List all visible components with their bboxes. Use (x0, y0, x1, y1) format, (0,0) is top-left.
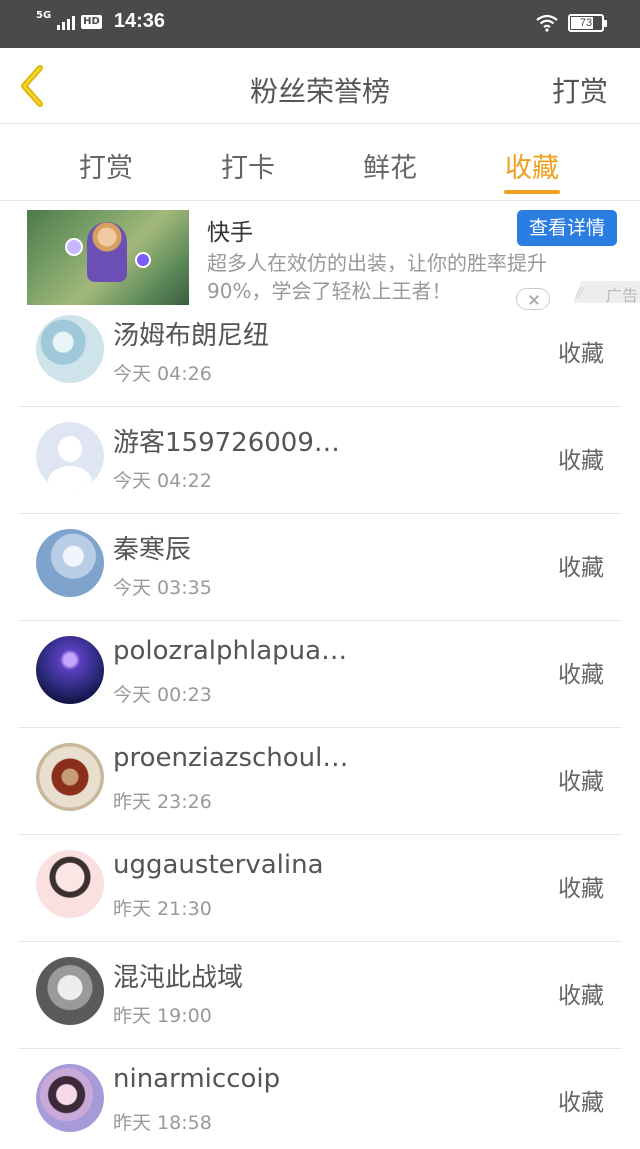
active-tab-indicator (504, 190, 560, 194)
status-right: 73 (536, 14, 607, 32)
user-name: uggaustervalina (113, 850, 324, 880)
action-label: 收藏 (558, 876, 604, 902)
action-label: 收藏 (558, 341, 604, 367)
user-name: ninarmiccoip (113, 1064, 281, 1094)
avatar[interactable] (36, 636, 104, 704)
page-title: 粉丝荣誉榜 (249, 75, 390, 108)
signal-icon (57, 14, 76, 30)
tab-checkin[interactable]: 打卡 (198, 146, 298, 185)
ad-label-mark: // (576, 285, 584, 301)
ad-banner[interactable]: 快手 查看详情 超多人在效仿的出装，让你的胜率提升90%，学会了轻松上王者！ /… (0, 201, 640, 311)
user-name: 游客159726009… (113, 428, 340, 458)
user-name: 秦寒辰 (113, 535, 192, 565)
action-label: 收藏 (558, 983, 604, 1009)
ad-image-hero (87, 222, 127, 282)
ad-details-button[interactable]: 查看详情 (517, 210, 617, 246)
ad-brand: 快手 (207, 220, 253, 246)
list-item[interactable]: uggaustervalina 昨天 21:30 收藏 (18, 835, 622, 942)
list-item[interactable]: ninarmiccoip 昨天 18:58 收藏 (18, 1049, 622, 1149)
action-label: 收藏 (558, 662, 604, 688)
avatar[interactable] (36, 422, 104, 490)
timestamp: 昨天 18:58 (113, 1112, 212, 1134)
battery-icon: 73 (568, 14, 607, 32)
avatar[interactable] (36, 850, 104, 918)
app-header: 粉丝荣誉榜 打赏 (0, 48, 640, 124)
default-avatar-body (48, 466, 92, 490)
timestamp: 今天 04:26 (113, 363, 212, 385)
timestamp: 昨天 21:30 (113, 898, 212, 920)
timestamp: 昨天 23:26 (113, 791, 212, 813)
hd-badge: HD (81, 14, 102, 29)
tab-flowers[interactable]: 鲜花 (340, 146, 440, 185)
status-bar: 5G HD 14:36 73 (0, 0, 640, 48)
user-name: 汤姆布朗尼纽 (113, 321, 270, 351)
avatar[interactable] (36, 1064, 104, 1132)
action-label: 收藏 (558, 555, 604, 581)
avatar[interactable] (36, 957, 104, 1025)
action-label: 收藏 (558, 448, 604, 474)
timestamp: 今天 03:35 (113, 577, 212, 599)
timestamp: 今天 04:22 (113, 470, 212, 492)
list-item[interactable]: polozralphlapua… 今天 00:23 收藏 (18, 621, 622, 728)
tab-bar: 打赏 打卡 鲜花 收藏 (0, 124, 640, 201)
list-item[interactable]: 秦寒辰 今天 03:35 收藏 (18, 514, 622, 621)
ad-image[interactable] (27, 210, 189, 305)
action-label: 收藏 (558, 769, 604, 795)
reward-button[interactable]: 打赏 (552, 70, 608, 110)
ad-image-orb (65, 238, 83, 256)
user-name: proenziazschoul… (113, 743, 349, 773)
battery-percent: 73 (579, 17, 593, 29)
user-name: polozralphlapua… (113, 636, 348, 666)
timestamp: 今天 00:23 (113, 684, 212, 706)
ad-image-orb (135, 252, 151, 268)
tab-favorites[interactable]: 收藏 (482, 146, 582, 185)
tab-reward[interactable]: 打赏 (56, 146, 156, 185)
status-time: 14:36 (113, 10, 165, 32)
default-avatar-head (58, 436, 82, 462)
list-item[interactable]: 汤姆布朗尼纽 今天 04:26 收藏 (18, 300, 622, 407)
action-label: 收藏 (558, 1090, 604, 1116)
avatar[interactable] (36, 315, 104, 383)
avatar[interactable] (36, 529, 104, 597)
wifi-icon (536, 14, 558, 32)
list-item[interactable]: proenziazschoul… 昨天 23:26 收藏 (18, 728, 622, 835)
user-name: 混沌此战域 (113, 963, 244, 993)
timestamp: 昨天 19:00 (113, 1005, 212, 1027)
avatar[interactable] (36, 743, 104, 811)
list-item[interactable]: 游客159726009… 今天 04:22 收藏 (18, 407, 622, 514)
network-type: 5G (36, 9, 52, 21)
list-item[interactable]: 混沌此战域 昨天 19:00 收藏 (18, 942, 622, 1049)
status-left: 5G HD 14:36 (36, 10, 165, 33)
